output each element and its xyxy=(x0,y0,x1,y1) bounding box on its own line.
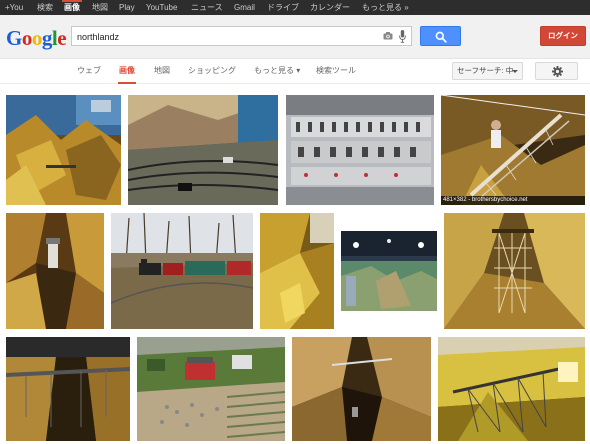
result-image-trestle-bridge xyxy=(441,95,585,205)
image-result[interactable] xyxy=(6,95,121,205)
image-result[interactable] xyxy=(444,213,585,329)
tab-maps[interactable]: 地図 xyxy=(154,59,170,84)
result-image-yellow-canyon xyxy=(260,213,334,329)
logo-letter-g2: g xyxy=(41,26,53,50)
image-results-grid: 481×382 - brothersbychoice.net xyxy=(0,85,590,444)
google-bar: +You 検索 画像 地図 Play YouTube ニュース Gmail ドラ… xyxy=(0,0,590,15)
google-logo[interactable]: Google xyxy=(6,26,67,51)
logo-letter-o2: o xyxy=(31,26,43,50)
logo-letter-e: e xyxy=(57,26,67,50)
image-result[interactable]: 481×382 - brothersbychoice.net xyxy=(441,95,585,205)
topbar-link-plus-you[interactable]: +You xyxy=(5,0,23,15)
safesearch-label: セーフサーチ: 中 xyxy=(457,66,514,75)
topbar-link-news[interactable]: ニュース xyxy=(191,0,223,15)
image-result[interactable] xyxy=(438,337,585,441)
image-result[interactable] xyxy=(286,95,434,205)
image-result[interactable] xyxy=(341,231,437,311)
topbar-link-maps[interactable]: 地図 xyxy=(92,0,108,15)
topbar-link-search[interactable]: 検索 xyxy=(37,0,53,15)
gear-icon xyxy=(552,66,563,77)
topbar-link-images[interactable]: 画像 xyxy=(62,0,82,15)
result-image-miniature-village xyxy=(137,337,285,441)
chevron-down-icon xyxy=(512,70,518,73)
topbar-link-more[interactable]: もっと見る » xyxy=(362,0,409,15)
tab-images[interactable]: 画像 xyxy=(118,59,136,84)
image-size-caption: 481×382 - brothersbychoice.net xyxy=(441,196,585,205)
tab-search-tools[interactable]: 検索ツール xyxy=(316,59,356,84)
result-image-rocky-gorge xyxy=(6,213,104,329)
topbar-link-youtube[interactable]: YouTube xyxy=(146,0,177,15)
image-result[interactable] xyxy=(6,213,104,329)
result-image-trestle-canyon xyxy=(6,337,130,441)
search-box xyxy=(71,26,412,46)
topbar-link-calendar[interactable]: カレンダー xyxy=(310,0,350,15)
logo-letter-g: G xyxy=(6,26,22,50)
topbar-link-gmail[interactable]: Gmail xyxy=(234,0,255,15)
topbar-link-drive[interactable]: ドライブ xyxy=(267,0,299,15)
tab-web[interactable]: ウェブ xyxy=(77,59,101,84)
result-image-control-panel xyxy=(286,95,434,205)
result-image-layout-hall xyxy=(341,231,437,311)
search-icon xyxy=(435,31,447,43)
tab-more[interactable]: もっと見る ▾ xyxy=(254,59,300,84)
settings-button[interactable] xyxy=(535,62,578,80)
search-header: Google ログイン xyxy=(0,15,590,59)
image-result[interactable] xyxy=(292,337,431,441)
result-image-railroad-yard xyxy=(128,95,278,205)
result-image-deep-canyon xyxy=(292,337,431,441)
result-image-illuminated-trestle xyxy=(438,337,585,441)
microphone-icon[interactable] xyxy=(399,30,406,43)
image-result[interactable] xyxy=(260,213,334,329)
image-result[interactable] xyxy=(137,337,285,441)
image-result[interactable] xyxy=(111,213,253,329)
search-tabs: ウェブ 画像 地図 ショッピング もっと見る ▾ 検索ツール セーフサーチ: 中 xyxy=(0,59,590,84)
login-button[interactable]: ログイン xyxy=(540,26,586,46)
safesearch-dropdown[interactable]: セーフサーチ: 中 xyxy=(452,62,523,80)
result-image-wooden-trestle xyxy=(444,213,585,329)
image-result[interactable] xyxy=(128,95,278,205)
search-button[interactable] xyxy=(420,26,461,46)
topbar-link-play[interactable]: Play xyxy=(119,0,135,15)
result-image-steam-train xyxy=(111,213,253,329)
logo-letter-o1: o xyxy=(21,26,33,50)
image-result[interactable] xyxy=(6,337,130,441)
tab-shopping[interactable]: ショッピング xyxy=(188,59,236,84)
camera-icon[interactable] xyxy=(383,32,393,40)
result-image-railroad-canyon xyxy=(6,95,121,205)
search-input[interactable] xyxy=(77,29,377,44)
